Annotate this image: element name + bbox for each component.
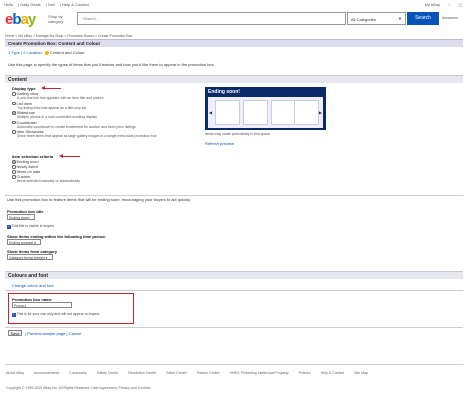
- daily-deals-link[interactable]: | Daily Deals: [18, 2, 40, 7]
- chevron-right-icon[interactable]: ▶: [319, 110, 322, 115]
- category-dropdown[interactable]: All Categories ▼: [347, 12, 406, 25]
- chevron-down-icon: ▾: [45, 255, 48, 260]
- preview-item-card: [243, 100, 268, 125]
- help-contact-link[interactable]: | Help & Contact: [60, 2, 89, 7]
- display-type-options: Gallery view A one-line link that appear…: [12, 91, 202, 139]
- divider: [5, 290, 463, 291]
- category-select[interactable]: Category being viewed ▾: [7, 254, 53, 260]
- breadcrumb[interactable]: Home > My eBay > Manage My Shop > Promot…: [5, 34, 132, 38]
- preview-sample-link[interactable]: | Preview sample page: [25, 331, 65, 336]
- preview-note: Items may rotate periodically in this sp…: [205, 132, 271, 136]
- current-step-icon: [44, 50, 49, 55]
- radio-icon[interactable]: [12, 165, 16, 169]
- info-icon: i: [12, 312, 16, 317]
- annotation-arrow: [59, 153, 80, 159]
- search-input[interactable]: [78, 13, 345, 24]
- criteria-options: Ending soon Newly listed Items on sale C…: [12, 159, 80, 184]
- footer-link[interactable]: Policies: [299, 371, 311, 375]
- radio-icon[interactable]: [12, 101, 16, 106]
- my-ebay-link[interactable]: My eBay: [425, 2, 441, 7]
- top-nav-bar: Hello | Daily Deals | Sell | Help & Cont…: [4, 2, 463, 9]
- save-button[interactable]: Save: [8, 330, 22, 336]
- footer-links: About eBay Announcements Community Safet…: [6, 371, 461, 375]
- radio-icon-selected[interactable]: [12, 160, 16, 164]
- refresh-preview-link[interactable]: Refresh preview: [205, 141, 234, 146]
- ebay-logo[interactable]: ebay: [5, 11, 36, 28]
- step-type-link[interactable]: 1 Type: [8, 50, 20, 55]
- intro-text: Use this page to specify the types of it…: [8, 62, 215, 67]
- greeting-text: Hello: [4, 2, 14, 7]
- preview-item-card: [215, 100, 240, 125]
- promo-name-input[interactable]: Promo1: [12, 302, 72, 308]
- footer-link[interactable]: About eBay: [6, 371, 24, 375]
- chevron-down-icon: ▼: [398, 16, 402, 21]
- notification-icon[interactable]: ♢: [447, 2, 451, 7]
- cart-icon[interactable]: 🛒: [458, 2, 463, 7]
- footer-link[interactable]: Community: [69, 371, 87, 375]
- promo-name-info: i This is for your use only and will not …: [12, 312, 101, 317]
- feature-note: Use this promotion box to feature items …: [7, 197, 191, 202]
- ending-within-select[interactable]: Ending soonest ▾: [7, 239, 41, 245]
- option-description: Items selected manually or automatically: [17, 179, 81, 183]
- divider: [5, 327, 463, 328]
- search-field[interactable]: [77, 12, 346, 25]
- footer-link[interactable]: Partner Centre: [197, 371, 220, 375]
- chevron-left-icon[interactable]: ◀: [209, 110, 212, 115]
- advanced-search-link[interactable]: Advanced: [442, 16, 458, 20]
- content-section-header: Content: [5, 75, 463, 83]
- colours-section-header: Colours and font: [5, 271, 463, 279]
- divider: [5, 195, 463, 196]
- promo-title-info: i This title is visible to buyers: [7, 224, 55, 229]
- search-button[interactable]: Search: [407, 12, 439, 25]
- footer-link[interactable]: VeRO: Protecting Intellectual Property: [230, 371, 289, 375]
- category-dropdown-value: All Categories: [351, 17, 376, 22]
- annotation-arrow: [41, 85, 61, 91]
- page-title: Create Promotion Box: Content and Colour: [5, 39, 463, 47]
- step-current: Content and Colour: [49, 50, 85, 55]
- radio-icon-selected[interactable]: [12, 111, 16, 115]
- shop-by-category-button[interactable]: Shop by category: [48, 14, 74, 24]
- footer-divider: [5, 364, 463, 365]
- footer-link[interactable]: Safety Centre: [97, 371, 118, 375]
- preview-slideshow: ◀ ▶: [208, 97, 323, 128]
- copyright-text: Copyright © 1995-2015 eBay Inc. All Righ…: [6, 386, 152, 390]
- promotion-box-preview: Ending soon! ◀ ▶: [205, 87, 326, 130]
- form-actions: | Preview sample page | Cancel: [25, 331, 81, 336]
- step-location-link[interactable]: 2 Location: [23, 50, 41, 55]
- preview-title: Ending soon!: [208, 89, 240, 95]
- footer-link[interactable]: Site Map: [354, 371, 368, 375]
- preview-item-card: [271, 100, 296, 125]
- radio-icon[interactable]: [12, 130, 16, 134]
- chevron-down-icon: ▾: [34, 240, 36, 245]
- change-colour-link[interactable]: Change colour and font: [12, 283, 54, 288]
- option-description: Show three items that appear as large ga…: [17, 134, 157, 139]
- promo-title-input[interactable]: Ending soon!: [7, 214, 35, 220]
- step-indicator: 1 Type | 2 Location Content and Colour: [8, 50, 85, 55]
- cancel-link[interactable]: | Cancel: [67, 331, 82, 336]
- footer-link[interactable]: Resolution Centre: [128, 371, 156, 375]
- radio-icon[interactable]: [12, 175, 16, 179]
- preview-item-card: [294, 100, 319, 125]
- radio-icon[interactable]: [12, 92, 16, 96]
- sell-link[interactable]: | Sell: [46, 2, 55, 7]
- radio-icon[interactable]: [12, 120, 16, 125]
- footer-link[interactable]: Help & Contact: [321, 371, 345, 375]
- radio-icon[interactable]: [12, 170, 16, 174]
- footer-link[interactable]: Seller Centre: [166, 371, 186, 375]
- footer-link[interactable]: Announcements: [34, 371, 59, 375]
- info-icon: i: [7, 224, 11, 229]
